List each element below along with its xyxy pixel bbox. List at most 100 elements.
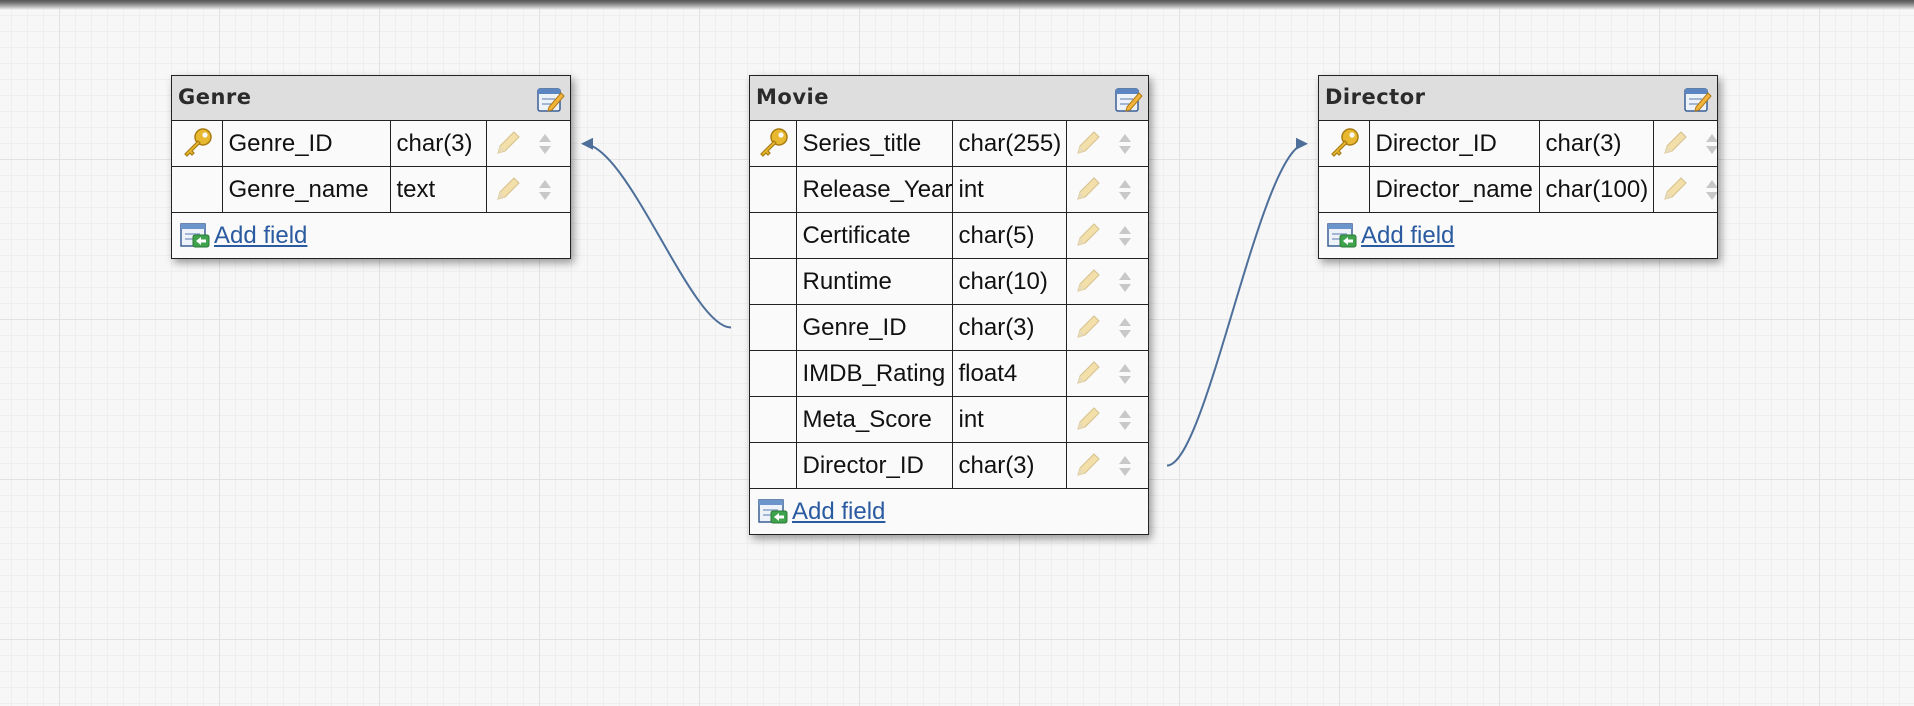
key-cell [750, 304, 797, 351]
key-cell [172, 121, 223, 167]
field-row[interactable]: IMDB_Rating float4 [750, 350, 1148, 397]
field-row[interactable]: Series_title char(255) [750, 121, 1148, 167]
table-footer: Add field [1319, 213, 1717, 258]
field-type[interactable]: char(3) [952, 304, 1067, 351]
field-actions [486, 121, 570, 167]
key-cell [750, 396, 797, 443]
reorder-arrows-icon[interactable] [1117, 363, 1133, 385]
field-actions [486, 166, 570, 213]
table-header-director[interactable]: Director [1319, 76, 1717, 121]
reorder-arrows-icon[interactable] [1117, 133, 1133, 155]
field-row[interactable]: Genre_ID char(3) [172, 121, 570, 167]
field-type[interactable]: char(3) [952, 442, 1067, 489]
field-name[interactable]: Director_name [1369, 166, 1540, 213]
pencil-icon[interactable] [1075, 406, 1101, 432]
add-field-icon[interactable] [1327, 223, 1357, 249]
field-row[interactable]: Certificate char(5) [750, 212, 1148, 259]
field-type[interactable]: char(3) [1539, 121, 1654, 167]
edit-table-icon[interactable] [1115, 85, 1143, 113]
pencil-icon[interactable] [1075, 222, 1101, 248]
field-actions [1066, 212, 1148, 259]
pencil-icon[interactable] [1075, 268, 1101, 294]
edit-table-icon[interactable] [1684, 85, 1712, 113]
pencil-icon[interactable] [1662, 176, 1688, 202]
field-row[interactable]: Release_Year int [750, 166, 1148, 213]
field-actions [1066, 166, 1148, 213]
reorder-arrows-icon[interactable] [537, 133, 553, 155]
field-name[interactable]: Certificate [796, 212, 953, 259]
field-name[interactable]: IMDB_Rating [796, 350, 953, 397]
relation-line-movie-genre[interactable] [581, 137, 732, 329]
pencil-icon[interactable] [495, 176, 521, 202]
field-type[interactable]: float4 [952, 350, 1067, 397]
pencil-icon[interactable] [1075, 452, 1101, 478]
reorder-arrows-icon[interactable] [1117, 271, 1133, 293]
key-cell [1319, 121, 1370, 167]
field-type[interactable]: text [390, 166, 487, 213]
field-name[interactable]: Genre_ID [796, 304, 953, 351]
field-actions [1066, 121, 1148, 167]
field-row[interactable]: Director_ID char(3) [1319, 121, 1717, 167]
field-type[interactable]: char(5) [952, 212, 1067, 259]
field-type[interactable]: int [952, 166, 1067, 213]
pencil-icon[interactable] [1662, 130, 1688, 156]
key-icon [757, 127, 789, 161]
field-list: Director_ID char(3) Director_name char(100) [1319, 121, 1717, 213]
field-row[interactable]: Meta_Score int [750, 396, 1148, 443]
field-name[interactable]: Director_ID [1369, 121, 1540, 167]
field-row[interactable]: Director_ID char(3) [750, 442, 1148, 489]
pencil-icon[interactable] [1075, 130, 1101, 156]
table-title: Genre [178, 85, 252, 109]
pencil-icon[interactable] [1075, 360, 1101, 386]
field-name[interactable]: Runtime [796, 258, 953, 305]
field-actions [1653, 121, 1717, 167]
add-field-icon[interactable] [180, 223, 210, 249]
add-field-link[interactable]: Add field [1361, 222, 1454, 250]
reorder-arrows-icon[interactable] [1117, 225, 1133, 247]
reorder-arrows-icon[interactable] [1704, 179, 1717, 201]
add-field-icon[interactable] [758, 499, 788, 525]
add-field-link[interactable]: Add field [214, 222, 307, 250]
field-name[interactable]: Meta_Score [796, 396, 953, 443]
key-cell [750, 121, 797, 167]
reorder-arrows-icon[interactable] [1117, 409, 1133, 431]
field-type[interactable]: char(255) [952, 121, 1067, 167]
field-row[interactable]: Genre_ID char(3) [750, 304, 1148, 351]
reorder-arrows-icon[interactable] [1117, 179, 1133, 201]
add-field-link[interactable]: Add field [792, 498, 885, 526]
key-cell [750, 166, 797, 213]
pencil-icon[interactable] [495, 130, 521, 156]
reorder-arrows-icon[interactable] [1704, 133, 1717, 155]
relation-line-movie-director[interactable] [1166, 137, 1308, 467]
field-row[interactable]: Director_name char(100) [1319, 166, 1717, 213]
reorder-arrows-icon[interactable] [1117, 455, 1133, 477]
reorder-arrows-icon[interactable] [537, 179, 553, 201]
field-type[interactable]: char(100) [1539, 166, 1654, 213]
diagram-canvas[interactable]: Genre Genre_ID char(3) Genre_name text Add fi… [0, 0, 1914, 706]
table-header-genre[interactable]: Genre [172, 76, 570, 121]
key-cell [750, 212, 797, 259]
field-name[interactable]: Release_Year [796, 166, 953, 213]
key-cell [172, 166, 223, 213]
field-type[interactable]: int [952, 396, 1067, 443]
field-type[interactable]: char(10) [952, 258, 1067, 305]
field-name[interactable]: Director_ID [796, 442, 953, 489]
field-row[interactable]: Runtime char(10) [750, 258, 1148, 305]
edit-table-icon[interactable] [537, 85, 565, 113]
reorder-arrows-icon[interactable] [1117, 317, 1133, 339]
field-list: Series_title char(255) Release_Year int Cert… [750, 121, 1148, 489]
field-row[interactable]: Genre_name text [172, 166, 570, 213]
field-actions [1066, 258, 1148, 305]
field-type[interactable]: char(3) [390, 121, 487, 167]
field-name[interactable]: Genre_ID [222, 121, 391, 167]
key-cell [750, 442, 797, 489]
field-name[interactable]: Series_title [796, 121, 953, 167]
table-header-movie[interactable]: Movie [750, 76, 1148, 121]
table-genre[interactable]: Genre Genre_ID char(3) Genre_name text Add fi… [171, 75, 571, 259]
table-title: Director [1325, 85, 1426, 109]
pencil-icon[interactable] [1075, 176, 1101, 202]
table-director[interactable]: Director Director_ID char(3) Director_name c… [1318, 75, 1718, 259]
pencil-icon[interactable] [1075, 314, 1101, 340]
field-name[interactable]: Genre_name [222, 166, 391, 213]
table-movie[interactable]: Movie Series_title char(255) Release_Year in… [749, 75, 1149, 535]
